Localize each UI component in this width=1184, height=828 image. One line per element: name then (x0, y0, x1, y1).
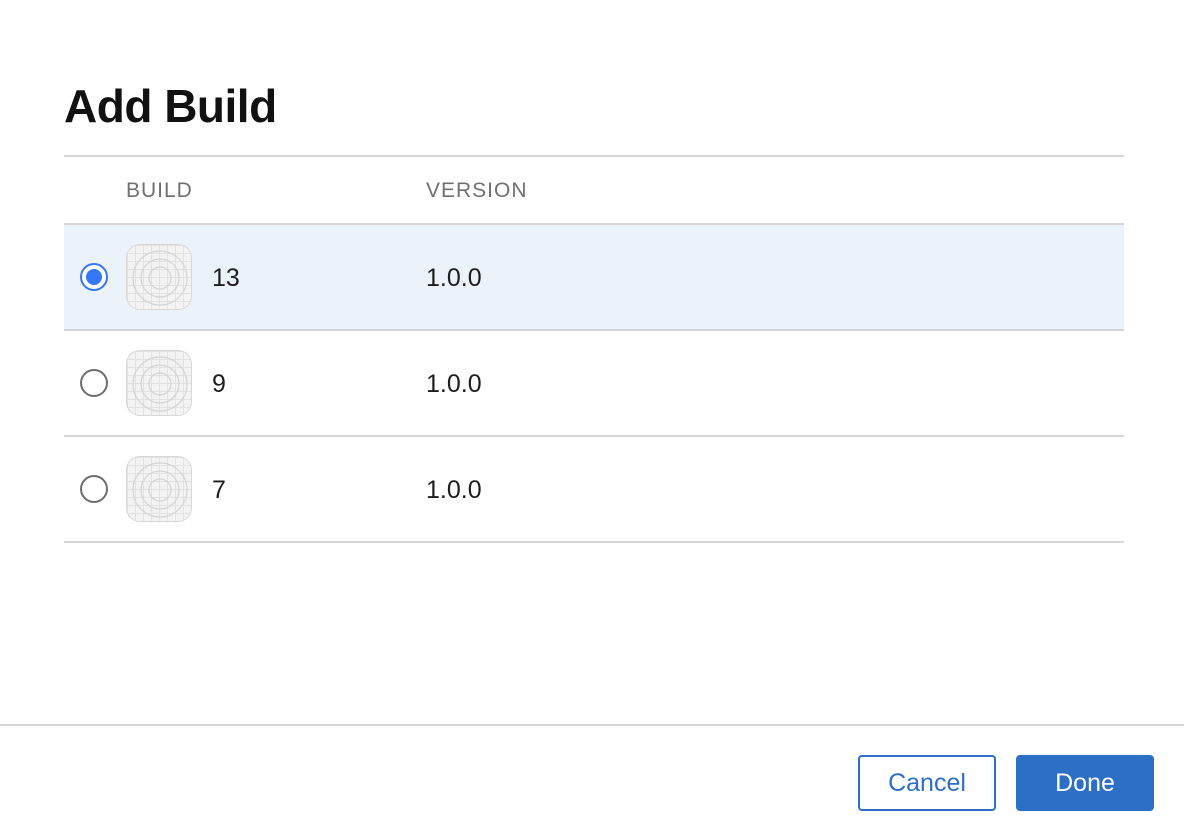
builds-table: BUILD VERSION 13 1.0.0 9 1.0.0 7 1.0.0 (64, 155, 1124, 543)
done-button[interactable]: Done (1016, 755, 1154, 811)
build-number: 7 (212, 476, 226, 504)
build-radio-button[interactable] (80, 475, 108, 503)
app-placeholder-icon (126, 456, 192, 522)
build-number: 9 (212, 370, 226, 398)
app-placeholder-icon (126, 244, 192, 310)
build-version: 1.0.0 (426, 264, 482, 292)
dialog-title: Add Build (64, 80, 277, 132)
footer-divider (0, 724, 1184, 726)
table-row[interactable]: 7 1.0.0 (64, 437, 1124, 543)
build-radio-button[interactable] (80, 263, 108, 291)
build-version: 1.0.0 (426, 476, 482, 504)
table-header: BUILD VERSION (64, 155, 1124, 225)
add-build-dialog: Add Build BUILD VERSION 13 1.0.0 9 1.0.0… (0, 0, 1184, 828)
build-number: 13 (212, 264, 240, 292)
table-row[interactable]: 9 1.0.0 (64, 331, 1124, 437)
app-placeholder-icon (126, 350, 192, 416)
column-header-version: VERSION (426, 179, 528, 202)
cancel-button[interactable]: Cancel (858, 755, 996, 811)
column-header-build: BUILD (126, 179, 193, 202)
build-version: 1.0.0 (426, 370, 482, 398)
table-row[interactable]: 13 1.0.0 (64, 225, 1124, 331)
build-radio-button[interactable] (80, 369, 108, 397)
